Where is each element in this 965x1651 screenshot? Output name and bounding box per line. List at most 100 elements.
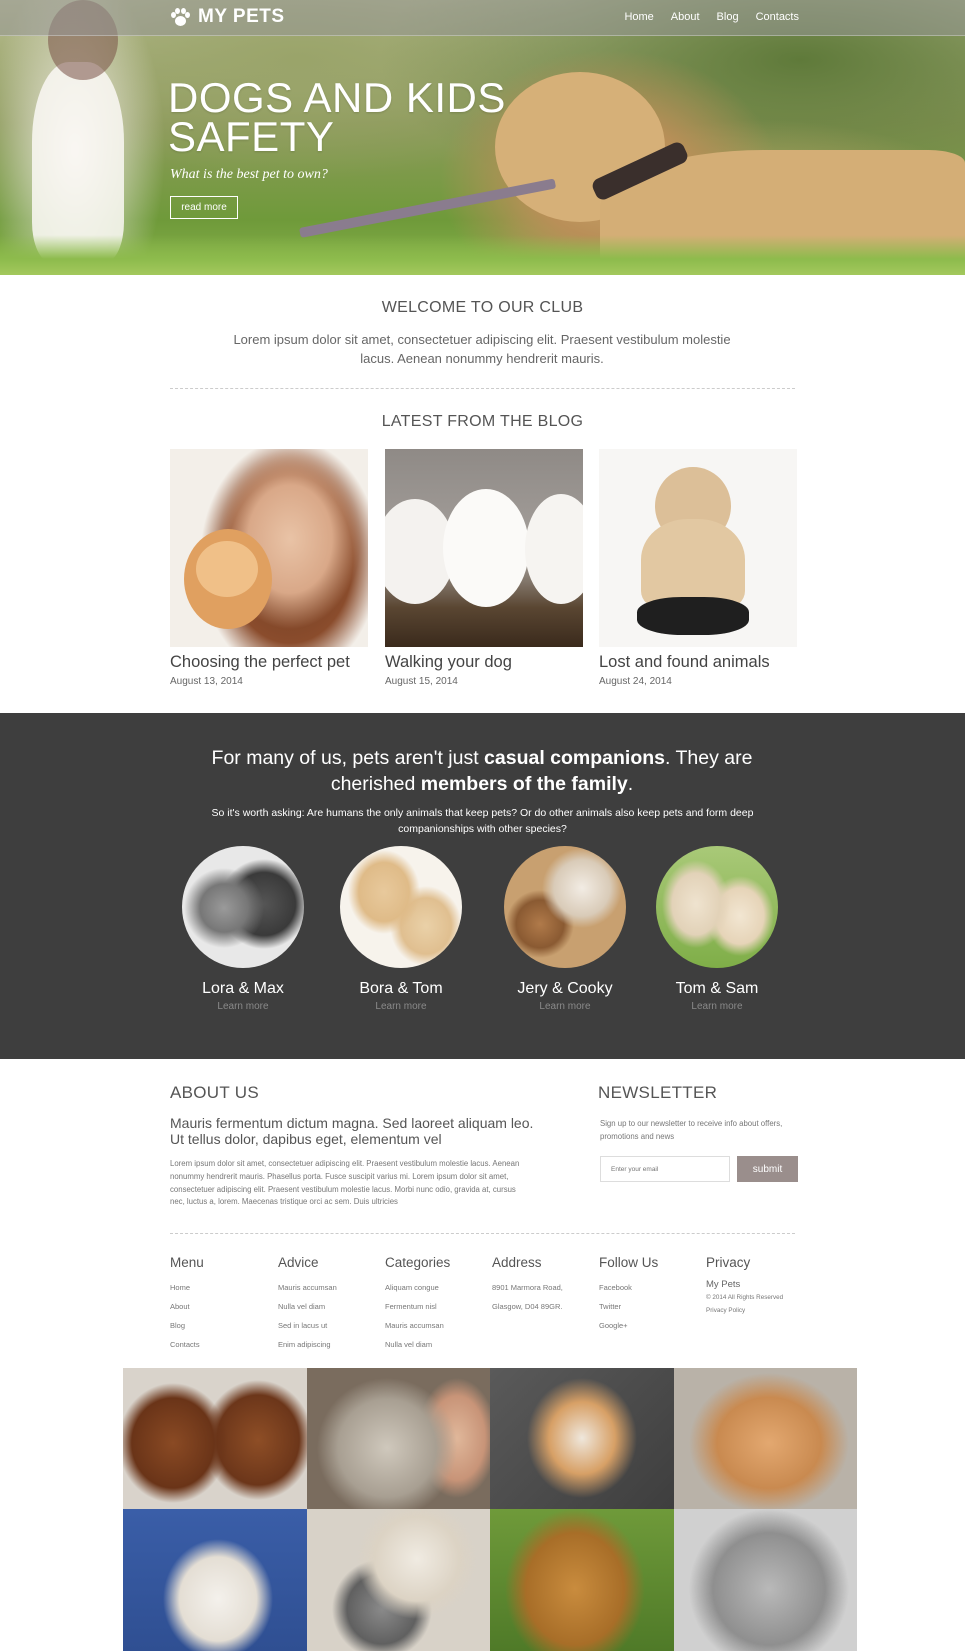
gallery-photo[interactable] (673, 1368, 857, 1509)
pet-name: Tom & Sam (675, 980, 759, 997)
gallery-photo[interactable] (306, 1509, 490, 1651)
submit-button[interactable]: submit (737, 1156, 798, 1182)
hero-banner: MY PETS Home About Blog Contacts DOGS AN… (0, 0, 965, 275)
footer-link[interactable]: Contacts (170, 1335, 275, 1354)
nav-contacts-link[interactable]: Contacts (756, 11, 799, 23)
hero-girl-image (32, 62, 124, 262)
gallery-photo[interactable] (123, 1368, 307, 1509)
quote-section: For many of us, pets aren't just casual … (0, 713, 965, 1059)
hero-title-line-2: SAFETY (168, 113, 335, 160)
footer-privacy-column: Privacy My Pets © 2014 All Rights Reserv… (706, 1255, 811, 1317)
welcome-title: WELCOME TO OUR CLUB (381, 299, 584, 316)
footer-link[interactable]: Sed in lacus ut (278, 1316, 383, 1335)
copyright-text: © 2014 All Rights Reserved (706, 1294, 784, 1301)
gallery-photo[interactable] (673, 1509, 857, 1651)
blog-post-date: August 24, 2014 (599, 676, 672, 687)
divider (170, 388, 795, 389)
newsletter-title: NEWSLETTER (598, 1083, 718, 1102)
footer-categories-column: Categories Aliquam congue Fermentum nisl… (385, 1255, 490, 1354)
about-text: Lorem ipsum dolor sit amet, consectetuer… (170, 1159, 520, 1207)
address-line: 8901 Marmora Road, (492, 1283, 563, 1292)
cat-face-shape (196, 541, 258, 597)
blog-post-date: August 15, 2014 (385, 676, 458, 687)
footer-link[interactable]: Enim adipiscing (278, 1335, 383, 1354)
top-navigation-bar: MY PETS Home About Blog Contacts (0, 0, 965, 36)
twitter-link[interactable]: Twitter (599, 1297, 704, 1316)
blog-post-image[interactable] (599, 449, 797, 647)
blog-post-image[interactable] (385, 449, 583, 647)
divider (170, 1233, 795, 1234)
pet-photo[interactable] (656, 846, 778, 968)
footer-link[interactable]: Mauris accumsan (385, 1316, 490, 1335)
hero-title: DOGS AND KIDS SAFETY (168, 74, 506, 160)
quote-emphasis: members of the family (420, 773, 628, 795)
blog-post[interactable]: Choosing the perfect pet August 13, 2014 (170, 449, 368, 687)
gallery-photo[interactable] (490, 1368, 674, 1509)
site-logo[interactable]: MY PETS (170, 6, 285, 28)
learn-more-link[interactable]: Learn more (655, 1001, 779, 1012)
blog-post-title[interactable]: Choosing the perfect pet (170, 653, 368, 672)
gallery-photo[interactable] (306, 1368, 490, 1509)
hero-title-line-1: DOGS AND KIDS (168, 74, 506, 121)
blog-post-date: August 13, 2014 (170, 676, 243, 687)
quote-part: . (627, 773, 634, 795)
footer-link[interactable]: Blog (170, 1316, 275, 1335)
footer-link[interactable]: Nulla vel diam (278, 1297, 383, 1316)
pet-name: Lora & Max (202, 980, 284, 997)
hero-subtitle: What is the best pet to own? (170, 167, 328, 182)
hero-leash (299, 178, 557, 238)
facebook-link[interactable]: Facebook (599, 1278, 704, 1297)
nav-blog-link[interactable]: Blog (717, 11, 739, 23)
pet-name: Bora & Tom (359, 980, 443, 997)
nav-about-link[interactable]: About (671, 11, 700, 23)
footer-column-title: Follow Us (599, 1255, 659, 1270)
footer-column-title: Categories (385, 1255, 451, 1270)
email-field[interactable] (600, 1156, 730, 1182)
footer-link[interactable]: Home (170, 1278, 275, 1297)
quote-emphasis: casual companions (484, 747, 666, 769)
google-plus-link[interactable]: Google+ (599, 1316, 704, 1335)
footer-address-column: Address 8901 Marmora Road, Glasgow, D04 … (492, 1255, 597, 1316)
footer-link[interactable]: Mauris accumsan (278, 1278, 383, 1297)
gallery-photo[interactable] (123, 1509, 307, 1651)
learn-more-link[interactable]: Learn more (181, 1001, 305, 1012)
privacy-policy-link[interactable]: Privacy Policy (706, 1305, 811, 1318)
pet-card[interactable]: Bora & Tom Learn more (339, 846, 463, 1012)
blog-post[interactable]: Walking your dog August 15, 2014 (385, 449, 583, 687)
pet-photo[interactable] (340, 846, 462, 968)
main-nav: Home About Blog Contacts (624, 11, 799, 23)
blog-post-title[interactable]: Walking your dog (385, 653, 583, 672)
pet-card[interactable]: Jery & Cooky Learn more (503, 846, 627, 1012)
footer-column-title: Menu (170, 1255, 204, 1270)
footer-link[interactable]: About (170, 1297, 275, 1316)
blog-post-image[interactable] (170, 449, 368, 647)
puppy-body-shape (641, 519, 745, 609)
pet-photo[interactable] (182, 846, 304, 968)
blog-post-title[interactable]: Lost and found animals (599, 653, 797, 672)
footer-link[interactable]: Nulla vel diam (385, 1335, 490, 1354)
quote-subtext: So it's worth asking: Are humans the onl… (211, 807, 754, 835)
pet-card[interactable]: Tom & Sam Learn more (655, 846, 779, 1012)
footer-brand: My Pets (706, 1279, 741, 1290)
nav-home-link[interactable]: Home (624, 11, 653, 23)
learn-more-link[interactable]: Learn more (339, 1001, 463, 1012)
paw-icon (170, 7, 190, 27)
footer-advice-column: Advice Mauris accumsan Nulla vel diam Se… (278, 1255, 383, 1354)
blog-section-title: LATEST FROM THE BLOG (381, 413, 584, 430)
footer-follow-column: Follow Us Facebook Twitter Google+ (599, 1255, 704, 1335)
bowl-shape (637, 597, 749, 635)
learn-more-link[interactable]: Learn more (503, 1001, 627, 1012)
about-title: ABOUT US (170, 1083, 259, 1102)
pet-photo[interactable] (504, 846, 626, 968)
gallery-photo[interactable] (490, 1509, 674, 1651)
read-more-button[interactable]: read more (170, 196, 238, 219)
pet-card[interactable]: Lora & Max Learn more (181, 846, 305, 1012)
photo-gallery (123, 1368, 857, 1651)
quote-part: For many of us, pets aren't just (211, 747, 485, 769)
footer-link[interactable]: Fermentum nisl (385, 1297, 490, 1316)
footer-link[interactable]: Aliquam congue (385, 1278, 490, 1297)
blog-post[interactable]: Lost and found animals August 24, 2014 (599, 449, 797, 687)
about-lead: Mauris fermentum dictum magna. Sed laore… (170, 1115, 534, 1147)
footer-column-title: Address (492, 1255, 542, 1270)
hero-grass (0, 235, 965, 275)
